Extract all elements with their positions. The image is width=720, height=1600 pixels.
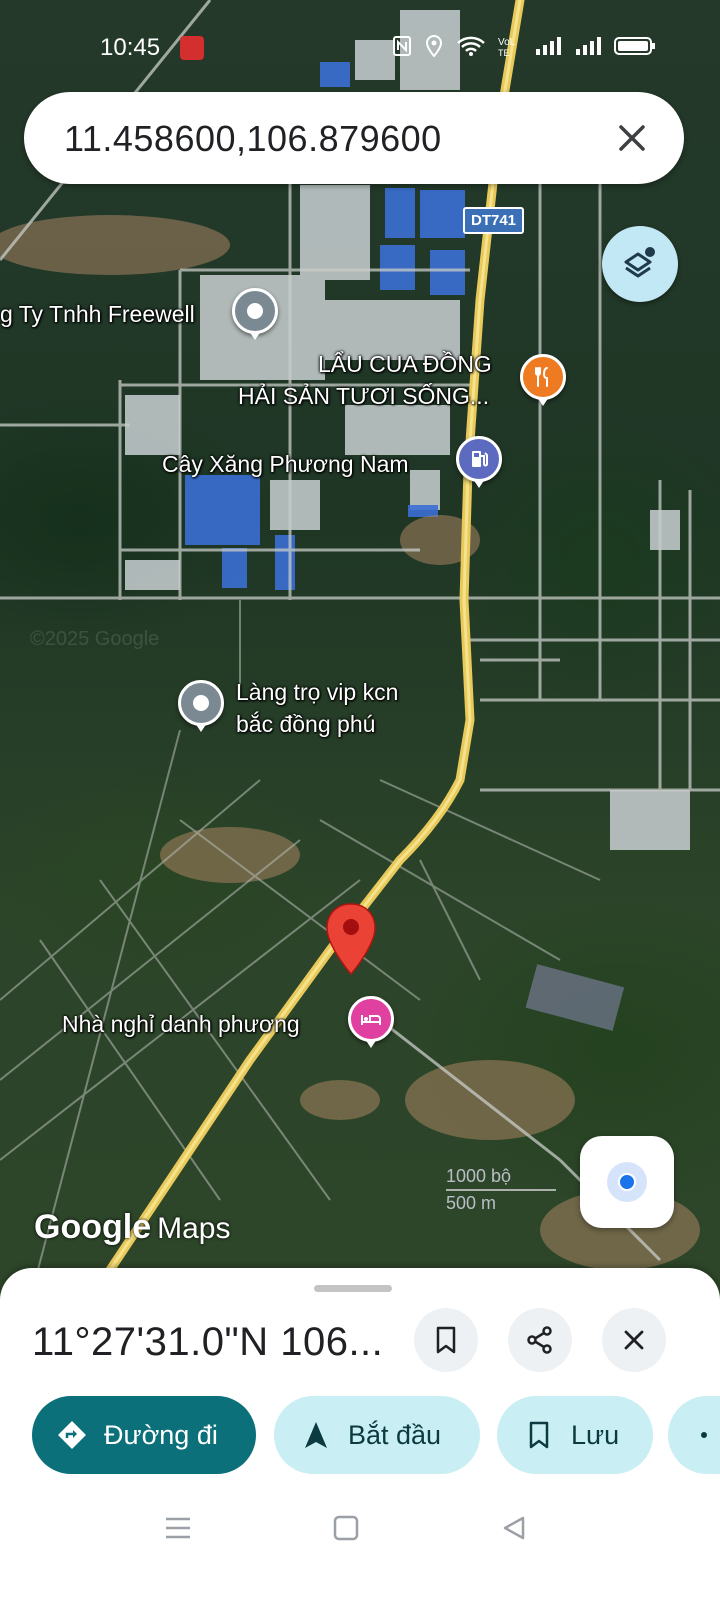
dropped-pin-icon[interactable] [325, 902, 377, 976]
navigation-arrow-icon [305, 1422, 327, 1448]
recent-apps-button[interactable] [158, 1508, 198, 1548]
share-icon [527, 1326, 552, 1354]
layers-button[interactable] [602, 226, 678, 302]
place-label-bac-dong-phu[interactable]: bắc đồng phú [236, 710, 375, 738]
map-imagery: ©2025 Google [0, 0, 720, 1300]
action-chips: Đường đi Bắt đầu Lưu [0, 1396, 720, 1474]
volte-icon: VoLTE [498, 37, 516, 57]
road-shield-dt741: DT741 [463, 207, 525, 234]
close-icon [624, 1330, 644, 1350]
save-label: Lưu [571, 1419, 620, 1450]
system-navigation-bar [0, 1488, 720, 1564]
directions-icon [58, 1421, 86, 1449]
scale-meters: 500 m [446, 1193, 497, 1213]
app-notification-icon [180, 36, 204, 60]
satellite-map[interactable]: ©2025 Google DT741 g Ty Tnhh Freewell LẨ… [0, 0, 720, 1300]
drag-handle[interactable] [314, 1285, 392, 1292]
save-button[interactable]: Lưu [497, 1396, 653, 1474]
directions-button[interactable]: Đường đi [32, 1396, 256, 1474]
my-location-button[interactable] [580, 1136, 674, 1228]
place-label-lang-tro[interactable]: Làng trọ vip kcn [236, 678, 398, 706]
place-icon[interactable] [232, 288, 278, 340]
search-query[interactable]: 11.458600,106.879600 [64, 118, 442, 160]
nfc-icon [393, 36, 411, 56]
map-scale: 1000 bộ 500 m [446, 1166, 556, 1214]
bookmark-icon [436, 1326, 456, 1354]
google-maps-logo: Google Maps [34, 1208, 231, 1246]
battery-icon [614, 37, 655, 55]
place-label-hai-san[interactable]: HẢI SẢN TƯƠI SỐNG... [238, 382, 489, 410]
directions-label: Đường đi [104, 1419, 218, 1450]
hotel-icon[interactable] [348, 996, 394, 1048]
status-bar: 10:45 VoL TE [0, 28, 720, 68]
home-icon [333, 1515, 359, 1541]
svg-text:TE: TE [498, 48, 510, 57]
clear-search-button[interactable] [608, 114, 656, 162]
back-button[interactable] [494, 1508, 534, 1548]
status-icons: VoL TE [392, 34, 656, 58]
bookmark-icon [529, 1421, 549, 1449]
svg-text:VoL: VoL [498, 37, 516, 48]
signal-icon [576, 37, 601, 55]
place-label-cay-xang[interactable]: Cây Xăng Phương Nam [162, 450, 409, 478]
coordinates-title: 11°27'31.0"N 106... [32, 1320, 384, 1364]
share-button[interactable] [508, 1308, 572, 1372]
place-icon[interactable] [178, 680, 224, 732]
close-button[interactable] [602, 1308, 666, 1372]
gas-station-icon[interactable] [456, 436, 502, 488]
start-label: Bắt đầu [348, 1419, 442, 1450]
maps-app: ©2025 Google DT741 g Ty Tnhh Freewell LẨ… [0, 0, 720, 1600]
place-label-nha-nghi[interactable]: Nhà nghỉ danh phương [62, 1010, 300, 1038]
place-label-lau-cua-dong[interactable]: LẨU CUA ĐỒNG [318, 350, 492, 378]
more-actions-chip[interactable] [668, 1396, 720, 1474]
restaurant-icon[interactable] [520, 354, 566, 406]
signal-icon [536, 37, 561, 55]
start-navigation-button[interactable]: Bắt đầu [274, 1396, 480, 1474]
home-button[interactable] [326, 1508, 366, 1548]
status-time: 10:45 [100, 34, 161, 61]
place-label-freewell[interactable]: g Ty Tnhh Freewell [0, 300, 195, 328]
layers-icon [624, 247, 655, 278]
back-icon [503, 1516, 525, 1540]
menu-icon [166, 1517, 190, 1539]
search-bar[interactable]: 11.458600,106.879600 [24, 92, 684, 184]
wifi-icon [457, 36, 485, 56]
svg-text:©2025 Google: ©2025 Google [30, 628, 159, 650]
scale-feet: 1000 bộ [446, 1166, 512, 1186]
close-icon [619, 125, 645, 151]
location-icon [425, 34, 443, 58]
share-icon [701, 1432, 707, 1438]
my-location-icon [607, 1162, 647, 1202]
save-icon-button[interactable] [414, 1308, 478, 1372]
